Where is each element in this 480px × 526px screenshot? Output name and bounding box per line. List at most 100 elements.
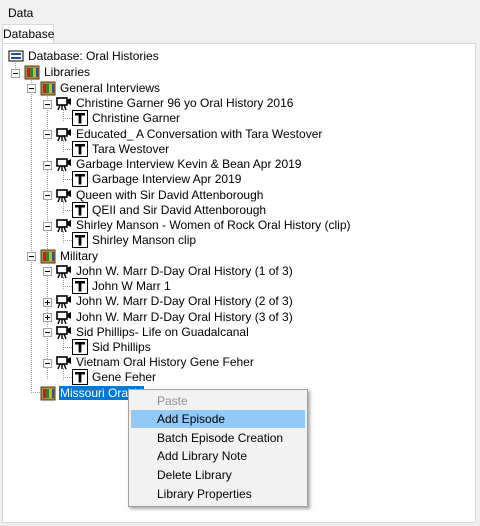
node-label: Shirley Manson - Women of Rock Oral Hist… [76, 218, 351, 232]
tree-line [63, 240, 72, 241]
node-label: John W. Marr D-Day Oral History (3 of 3) [76, 310, 293, 324]
tree-node-episode[interactable]: Vietnam Oral History Gene Feher [56, 354, 255, 370]
tree-node-transcript[interactable]: Sid Phillips [72, 339, 152, 355]
episode-camera-icon [56, 217, 72, 233]
tree-line [63, 347, 72, 348]
tree-node-military[interactable]: Military [40, 248, 99, 264]
tree-line [31, 77, 32, 393]
tree-node-episode[interactable]: Garbage Interview Kevin & Bean Apr 2019 [56, 156, 302, 172]
node-label: Vietnam Oral History Gene Feher [76, 355, 254, 369]
transcript-icon [72, 369, 88, 385]
tree-node-transcript[interactable]: Shirley Manson clip [72, 232, 197, 248]
library-icon [40, 80, 56, 96]
collapse-toggle[interactable] [43, 359, 52, 368]
node-label: Queen with Sir David Attenborough [76, 188, 264, 202]
transcript-icon [72, 339, 88, 355]
tree-line [63, 286, 72, 287]
node-label: Christine Garner 96 yo Oral History 2016 [76, 96, 294, 110]
collapse-toggle[interactable] [27, 252, 36, 261]
tree-node-episode[interactable]: John W. Marr D-Day Oral History (3 of 3) [56, 309, 294, 325]
node-label: Christine Garner [92, 111, 181, 125]
collapse-toggle[interactable] [43, 161, 52, 170]
transcript-icon [72, 171, 88, 187]
collapse-toggle[interactable] [11, 69, 20, 78]
tree-node-transcript[interactable]: Tara Westover [72, 141, 170, 157]
node-label: Shirley Manson clip [92, 233, 197, 247]
collapse-toggle[interactable] [43, 328, 52, 337]
tab-strip: Database [0, 24, 480, 44]
node-label: Garbage Interview Apr 2019 [92, 172, 242, 186]
collapse-toggle[interactable] [43, 267, 52, 276]
transcript-icon [72, 202, 88, 218]
episode-camera-icon [56, 263, 72, 279]
episode-camera-icon [56, 293, 72, 309]
node-label: John W. Marr D-Day Oral History (2 of 3) [76, 294, 293, 308]
library-icon [40, 385, 56, 401]
transcript-icon [72, 232, 88, 248]
node-label: John W. Marr D-Day Oral History (1 of 3) [76, 264, 293, 278]
episode-camera-icon [56, 354, 72, 370]
collapse-toggle[interactable] [43, 130, 52, 139]
node-label: Educated_ A Conversation with Tara Westo… [76, 127, 323, 141]
menu-item-add-library-note[interactable]: Add Library Note [131, 447, 305, 465]
transcript-icon [72, 278, 88, 294]
tree-line [31, 392, 40, 393]
database-icon [8, 48, 24, 64]
node-label: General Interviews [60, 81, 161, 95]
node-label: Sid Phillips [92, 340, 151, 354]
collapse-toggle[interactable] [43, 191, 52, 200]
tree-node-episode[interactable]: Sid Phillips- Life on Guadalcanal [56, 324, 250, 340]
tree-node-episode[interactable]: John W. Marr D-Day Oral History (1 of 3) [56, 263, 294, 279]
tab-database[interactable]: Database [2, 24, 54, 44]
tree-node-episode[interactable]: Shirley Manson - Women of Rock Oral Hist… [56, 217, 352, 233]
collapse-toggle[interactable] [43, 100, 52, 109]
library-icon [40, 248, 56, 264]
window-title: Data [8, 6, 34, 20]
episode-camera-icon [56, 95, 72, 111]
library-icon [24, 64, 40, 80]
episode-camera-icon [56, 156, 72, 172]
expand-toggle[interactable] [43, 313, 52, 322]
menu-item-library-properties[interactable]: Library Properties [131, 485, 305, 503]
context-menu: Paste Add Episode Batch Episode Creation… [128, 389, 308, 507]
menu-item-paste[interactable]: Paste [131, 392, 305, 410]
tree-node-libraries[interactable]: Libraries [24, 64, 91, 80]
tree-node-episode[interactable]: Christine Garner 96 yo Oral History 2016 [56, 95, 294, 111]
tree-node-transcript[interactable]: John W Marr 1 [72, 278, 172, 294]
tree-node-episode[interactable]: Educated_ A Conversation with Tara Westo… [56, 126, 323, 142]
tree-node-general-interviews[interactable]: General Interviews [40, 80, 161, 96]
node-label: John W Marr 1 [92, 279, 171, 293]
tree-node-transcript[interactable]: QEII and Sir David Attenborough [72, 202, 267, 218]
episode-camera-icon [56, 126, 72, 142]
collapse-toggle[interactable] [43, 222, 52, 231]
tree-line [63, 377, 72, 378]
tree-node-transcript[interactable]: Gene Feher [72, 369, 157, 385]
menu-item-delete-library[interactable]: Delete Library [131, 466, 305, 484]
tree-line [63, 118, 72, 119]
node-label: Tara Westover [92, 142, 170, 156]
tree-node-episode[interactable]: Queen with Sir David Attenborough [56, 187, 264, 203]
node-label: Libraries [44, 65, 91, 79]
tree-line [63, 210, 72, 211]
node-label: QEII and Sir David Attenborough [92, 203, 267, 217]
node-label: Gene Feher [92, 370, 157, 384]
tree-line [47, 94, 48, 261]
tree-node-transcript[interactable]: Garbage Interview Apr 2019 [72, 171, 242, 187]
node-label: Military [60, 249, 98, 263]
menu-item-add-episode[interactable]: Add Episode [131, 410, 305, 428]
tree-line [63, 179, 72, 180]
transcript-icon [72, 110, 88, 126]
transcript-icon [72, 141, 88, 157]
node-label: Database: Oral Histories [28, 49, 159, 63]
tree-node-database[interactable]: Database: Oral Histories [8, 48, 160, 64]
node-label: Sid Phillips- Life on Guadalcanal [76, 325, 249, 339]
menu-item-batch-episode-creation[interactable]: Batch Episode Creation [131, 429, 305, 447]
tree-node-transcript[interactable]: Christine Garner [72, 110, 181, 126]
episode-camera-icon [56, 324, 72, 340]
node-label: Garbage Interview Kevin & Bean Apr 2019 [76, 157, 302, 171]
expand-toggle[interactable] [43, 298, 52, 307]
tree-line [63, 149, 72, 150]
title-bar: Data [0, 0, 480, 24]
collapse-toggle[interactable] [27, 84, 36, 93]
tree-node-episode[interactable]: John W. Marr D-Day Oral History (2 of 3) [56, 293, 294, 309]
